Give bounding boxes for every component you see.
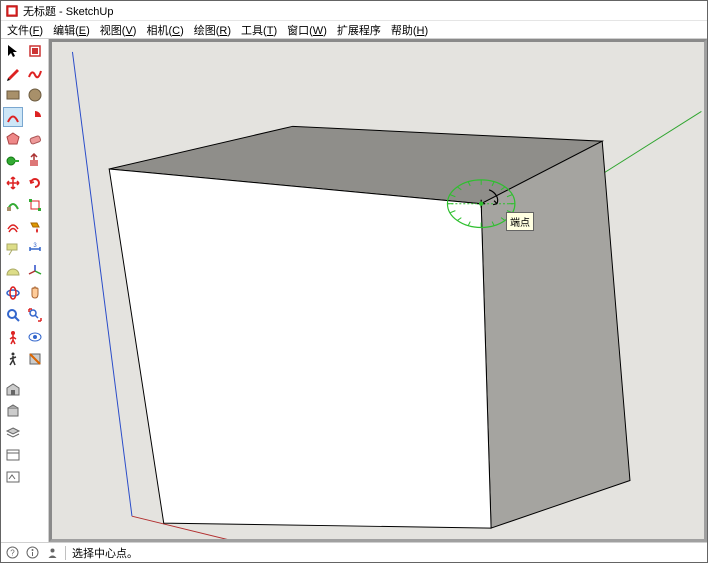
pie-arc-icon bbox=[27, 109, 43, 125]
rectangle-tool[interactable] bbox=[3, 85, 23, 105]
app-icon bbox=[5, 4, 19, 18]
paint-tool[interactable] bbox=[25, 217, 45, 237]
status-hint: 选择中心点。 bbox=[72, 545, 138, 561]
box-icon bbox=[5, 403, 21, 419]
arc-icon bbox=[5, 109, 21, 125]
pushpull-tool[interactable] bbox=[25, 151, 45, 171]
svg-text:3: 3 bbox=[33, 243, 37, 249]
circle-tool[interactable] bbox=[25, 85, 45, 105]
titlebar: 无标题 - SketchUp bbox=[1, 1, 707, 21]
section-icon bbox=[27, 351, 43, 367]
add-location-tool[interactable] bbox=[3, 467, 23, 487]
menubar: 文件(F) 编辑(E) 视图(V) 相机(C) 绘图(R) 工具(T) 窗口(W… bbox=[1, 21, 707, 39]
eraser-icon bbox=[27, 131, 43, 147]
menu-window[interactable]: 窗口(W) bbox=[283, 21, 331, 39]
scene bbox=[52, 42, 704, 539]
zoom-extents-icon bbox=[27, 307, 43, 323]
toolbar: 3 bbox=[1, 39, 49, 542]
3d-warehouse-tool[interactable] bbox=[3, 379, 23, 399]
offset-icon bbox=[5, 219, 21, 235]
walk-icon bbox=[5, 351, 21, 367]
followme-icon bbox=[5, 197, 21, 213]
outliner-tool[interactable] bbox=[3, 445, 23, 465]
pan-tool[interactable] bbox=[25, 283, 45, 303]
rectangle-icon bbox=[5, 87, 21, 103]
move-tool[interactable] bbox=[3, 173, 23, 193]
menu-camera[interactable]: 相机(C) bbox=[142, 21, 187, 39]
menu-help[interactable]: 帮助(H) bbox=[387, 21, 432, 39]
line-tool[interactable] bbox=[3, 63, 23, 83]
viewport[interactable]: 端点 bbox=[49, 39, 707, 542]
outliner-icon bbox=[5, 447, 21, 463]
svg-text:?: ? bbox=[10, 549, 15, 558]
component-icon bbox=[27, 43, 43, 59]
move-icon bbox=[5, 175, 21, 191]
warehouse-icon bbox=[5, 381, 21, 397]
scale-icon bbox=[27, 197, 43, 213]
circle-icon bbox=[27, 87, 43, 103]
protractor-icon bbox=[5, 263, 21, 279]
pushpull-icon bbox=[27, 153, 43, 169]
app-window: 无标题 - SketchUp 文件(F) 编辑(E) 视图(V) 相机(C) 绘… bbox=[0, 0, 708, 563]
pencil-icon bbox=[5, 65, 21, 81]
rotate-tool[interactable] bbox=[25, 173, 45, 193]
menu-file[interactable]: 文件(F) bbox=[3, 21, 47, 39]
status-separator bbox=[65, 546, 66, 560]
menu-ext[interactable]: 扩展程序 bbox=[333, 21, 385, 39]
tape-icon bbox=[5, 153, 21, 169]
polygon-icon bbox=[5, 131, 21, 147]
statusbar: ? 选择中心点。 bbox=[1, 542, 707, 562]
axes-tool[interactable] bbox=[25, 261, 45, 281]
magnifier-icon bbox=[5, 307, 21, 323]
menu-tools[interactable]: 工具(T) bbox=[237, 21, 281, 39]
eraser-tool[interactable] bbox=[25, 129, 45, 149]
eye-icon bbox=[27, 329, 43, 345]
help-icon[interactable]: ? bbox=[5, 546, 19, 560]
menu-edit[interactable]: 编辑(E) bbox=[49, 21, 94, 39]
section-tool[interactable] bbox=[25, 349, 45, 369]
menu-view[interactable]: 视图(V) bbox=[96, 21, 141, 39]
polygon-tool[interactable] bbox=[3, 129, 23, 149]
paint-icon bbox=[27, 219, 43, 235]
make-component-tool[interactable] bbox=[25, 41, 45, 61]
window-title: 无标题 - SketchUp bbox=[23, 3, 113, 19]
user-icon[interactable] bbox=[45, 546, 59, 560]
tape-tool[interactable] bbox=[3, 151, 23, 171]
zoom-tool[interactable] bbox=[3, 305, 23, 325]
position-camera-tool[interactable] bbox=[3, 327, 23, 347]
extension-warehouse-tool[interactable] bbox=[3, 401, 23, 421]
person-icon bbox=[5, 329, 21, 345]
menu-draw[interactable]: 绘图(R) bbox=[190, 21, 235, 39]
followme-tool[interactable] bbox=[3, 195, 23, 215]
snap-tooltip: 端点 bbox=[506, 212, 534, 231]
body: 3 bbox=[1, 39, 707, 542]
text-icon bbox=[5, 241, 21, 257]
layers-icon bbox=[5, 425, 21, 441]
info-icon[interactable] bbox=[25, 546, 39, 560]
text-tool[interactable] bbox=[3, 239, 23, 259]
walk-tool[interactable] bbox=[3, 349, 23, 369]
dimension-tool[interactable]: 3 bbox=[25, 239, 45, 259]
cursor-icon bbox=[5, 43, 21, 59]
rotate-icon bbox=[27, 175, 43, 191]
select-tool[interactable] bbox=[3, 41, 23, 61]
freehand-icon bbox=[27, 65, 43, 81]
scale-tool[interactable] bbox=[25, 195, 45, 215]
look-around-tool[interactable] bbox=[25, 327, 45, 347]
offset-tool[interactable] bbox=[3, 217, 23, 237]
zoom-extents-tool[interactable] bbox=[25, 305, 45, 325]
location-icon bbox=[5, 469, 21, 485]
two-point-arc-tool[interactable] bbox=[25, 107, 45, 127]
orbit-icon bbox=[5, 285, 21, 301]
dimension-icon: 3 bbox=[27, 241, 43, 257]
hand-icon bbox=[27, 285, 43, 301]
protractor-tool[interactable] bbox=[3, 261, 23, 281]
layers-tool[interactable] bbox=[3, 423, 23, 443]
axes-icon bbox=[27, 263, 43, 279]
arc-tool[interactable] bbox=[3, 107, 23, 127]
freehand-tool[interactable] bbox=[25, 63, 45, 83]
orbit-tool[interactable] bbox=[3, 283, 23, 303]
